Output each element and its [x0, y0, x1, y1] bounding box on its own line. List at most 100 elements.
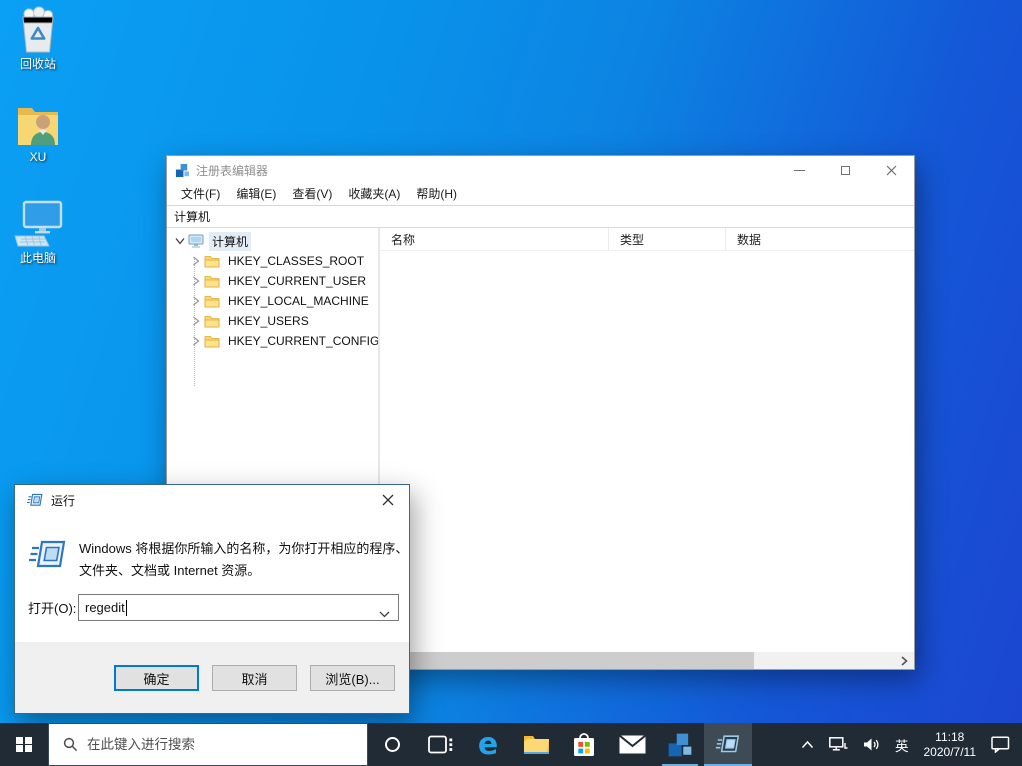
tree-item-label: HKEY_CURRENT_CONFIG [228, 334, 380, 348]
tree-item-label: HKEY_CURRENT_USER [228, 274, 367, 288]
column-header-data[interactable]: 数据 [726, 228, 914, 250]
computer-icon [188, 234, 204, 249]
maximize-button[interactable] [822, 156, 868, 184]
maximize-icon [840, 165, 850, 175]
cancel-button[interactable]: 取消 [212, 665, 297, 691]
chevron-right-icon[interactable] [188, 316, 204, 326]
minimize-button[interactable] [776, 156, 822, 184]
store-button[interactable] [560, 723, 608, 766]
folder-icon [204, 255, 220, 268]
desktop-icon-user-folder[interactable]: XU [0, 103, 76, 164]
desktop-icon-this-pc[interactable]: 此电脑 [0, 200, 76, 265]
desktop-icon-label: 回收站 [19, 57, 56, 71]
run-dialog-title: 运行 [51, 493, 76, 508]
mail-icon [618, 735, 646, 754]
taskbar-search-box[interactable] [48, 723, 368, 766]
scroll-right-arrow[interactable] [896, 652, 912, 669]
tree-item-label: HKEY_USERS [228, 314, 309, 328]
regedit-menubar: 文件(F) 编辑(E) 查看(V) 收藏夹(A) 帮助(H) [167, 184, 914, 205]
action-center-icon[interactable] [991, 736, 1010, 753]
folder-icon [204, 335, 220, 348]
chevron-right-icon[interactable] [188, 256, 204, 266]
menu-favorites[interactable]: 收藏夹(A) [340, 184, 408, 205]
folder-icon [204, 295, 220, 308]
combo-dropdown-icon[interactable] [379, 605, 390, 623]
text-caret [125, 599, 127, 616]
chevron-down-icon[interactable] [172, 237, 188, 245]
registry-value-list: 名称 类型 数据 [380, 228, 914, 652]
desktop-icon-recycle-bin[interactable]: 回收站 [0, 6, 76, 71]
search-icon [63, 737, 78, 752]
run-input-value: regedit [85, 600, 125, 615]
edge-button[interactable] [464, 723, 512, 766]
regedit-icon [667, 732, 693, 758]
tree-item-label: HKEY_CLASSES_ROOT [228, 254, 365, 268]
run-description-line2: 文件夹、文档或 Internet 资源。 [79, 563, 261, 578]
user-folder-icon [0, 103, 76, 147]
menu-edit[interactable]: 编辑(E) [228, 184, 284, 205]
clock-time: 11:18 [935, 729, 965, 744]
menu-help[interactable]: 帮助(H) [408, 184, 465, 205]
chevron-right-icon[interactable] [188, 336, 204, 346]
address-bar[interactable]: 计算机 [167, 205, 914, 228]
system-tray: 英 11:18 2020/7/11 [801, 723, 1022, 766]
search-input[interactable] [87, 737, 327, 752]
run-dialog: 运行 Windows 将根据你所输入的名称，为你打开相应的程序、 文件夹、文档或… [14, 484, 410, 714]
edge-icon [478, 730, 498, 760]
close-button[interactable] [868, 156, 914, 184]
tree-item-hkey-current-user[interactable]: HKEY_CURRENT_USER [167, 271, 369, 291]
this-pc-icon [0, 200, 76, 248]
file-explorer-icon [523, 734, 550, 755]
run-description: Windows 将根据你所输入的名称，为你打开相应的程序、 文件夹、文档或 In… [79, 538, 408, 582]
menu-view[interactable]: 查看(V) [284, 184, 340, 205]
ime-indicator[interactable]: 英 [895, 735, 909, 755]
run-titlebar[interactable]: 运行 [15, 485, 409, 515]
file-explorer-button[interactable] [512, 723, 560, 766]
run-big-icon [28, 537, 68, 578]
column-header-name[interactable]: 名称 [380, 228, 609, 250]
hidden-icons-chevron-icon[interactable] [801, 740, 814, 749]
window-title: 注册表编辑器 [196, 163, 269, 178]
regedit-taskbar-button[interactable] [656, 723, 704, 766]
volume-icon[interactable] [863, 737, 880, 752]
close-icon [886, 165, 897, 176]
run-footer: 确定 取消 浏览(B)... [15, 642, 409, 713]
open-label: 打开(O): [28, 601, 77, 616]
tree-item-hkey-current-config[interactable]: HKEY_CURRENT_CONFIG [167, 331, 380, 351]
desktop-icon-label: 此电脑 [19, 251, 56, 265]
tree-item-computer[interactable]: 计算机 [167, 231, 252, 251]
menu-file[interactable]: 文件(F) [173, 184, 228, 205]
tree-item-hkey-users[interactable]: HKEY_USERS [167, 311, 312, 331]
chevron-right-icon[interactable] [188, 296, 204, 306]
recycle-bin-icon [0, 6, 76, 54]
network-icon[interactable] [829, 737, 848, 752]
chevron-right-icon[interactable] [188, 276, 204, 286]
cortana-icon [384, 737, 400, 752]
mail-button[interactable] [608, 723, 656, 766]
minimize-icon [793, 169, 805, 171]
taskbar: 英 11:18 2020/7/11 [0, 723, 1022, 766]
task-view-button[interactable] [416, 723, 464, 766]
tree-item-label: HKEY_LOCAL_MACHINE [228, 294, 369, 308]
desktop-icon-label: XU [29, 150, 47, 164]
ok-button[interactable]: 确定 [114, 665, 199, 691]
tree-item-hkey-local-machine[interactable]: HKEY_LOCAL_MACHINE [167, 291, 372, 311]
windows-logo-icon [16, 736, 32, 753]
store-icon [572, 731, 596, 758]
run-command-input[interactable]: regedit [78, 594, 399, 621]
run-icon [715, 733, 741, 756]
tree-item-label: 计算机 [209, 231, 252, 251]
column-header-type[interactable]: 类型 [609, 228, 726, 250]
regedit-app-icon [175, 163, 190, 178]
regedit-titlebar[interactable]: 注册表编辑器 [167, 156, 914, 184]
tree-item-hkey-classes-root[interactable]: HKEY_CLASSES_ROOT [167, 251, 367, 271]
run-taskbar-button[interactable] [704, 723, 752, 766]
folder-icon [204, 275, 220, 288]
clock-date: 2020/7/11 [923, 744, 977, 759]
browse-button[interactable]: 浏览(B)... [310, 665, 395, 691]
cortana-button[interactable] [368, 723, 416, 766]
run-close-button[interactable] [371, 485, 405, 515]
taskbar-clock[interactable]: 11:18 2020/7/11 [924, 730, 977, 760]
start-button[interactable] [0, 723, 48, 766]
close-icon [382, 494, 394, 506]
